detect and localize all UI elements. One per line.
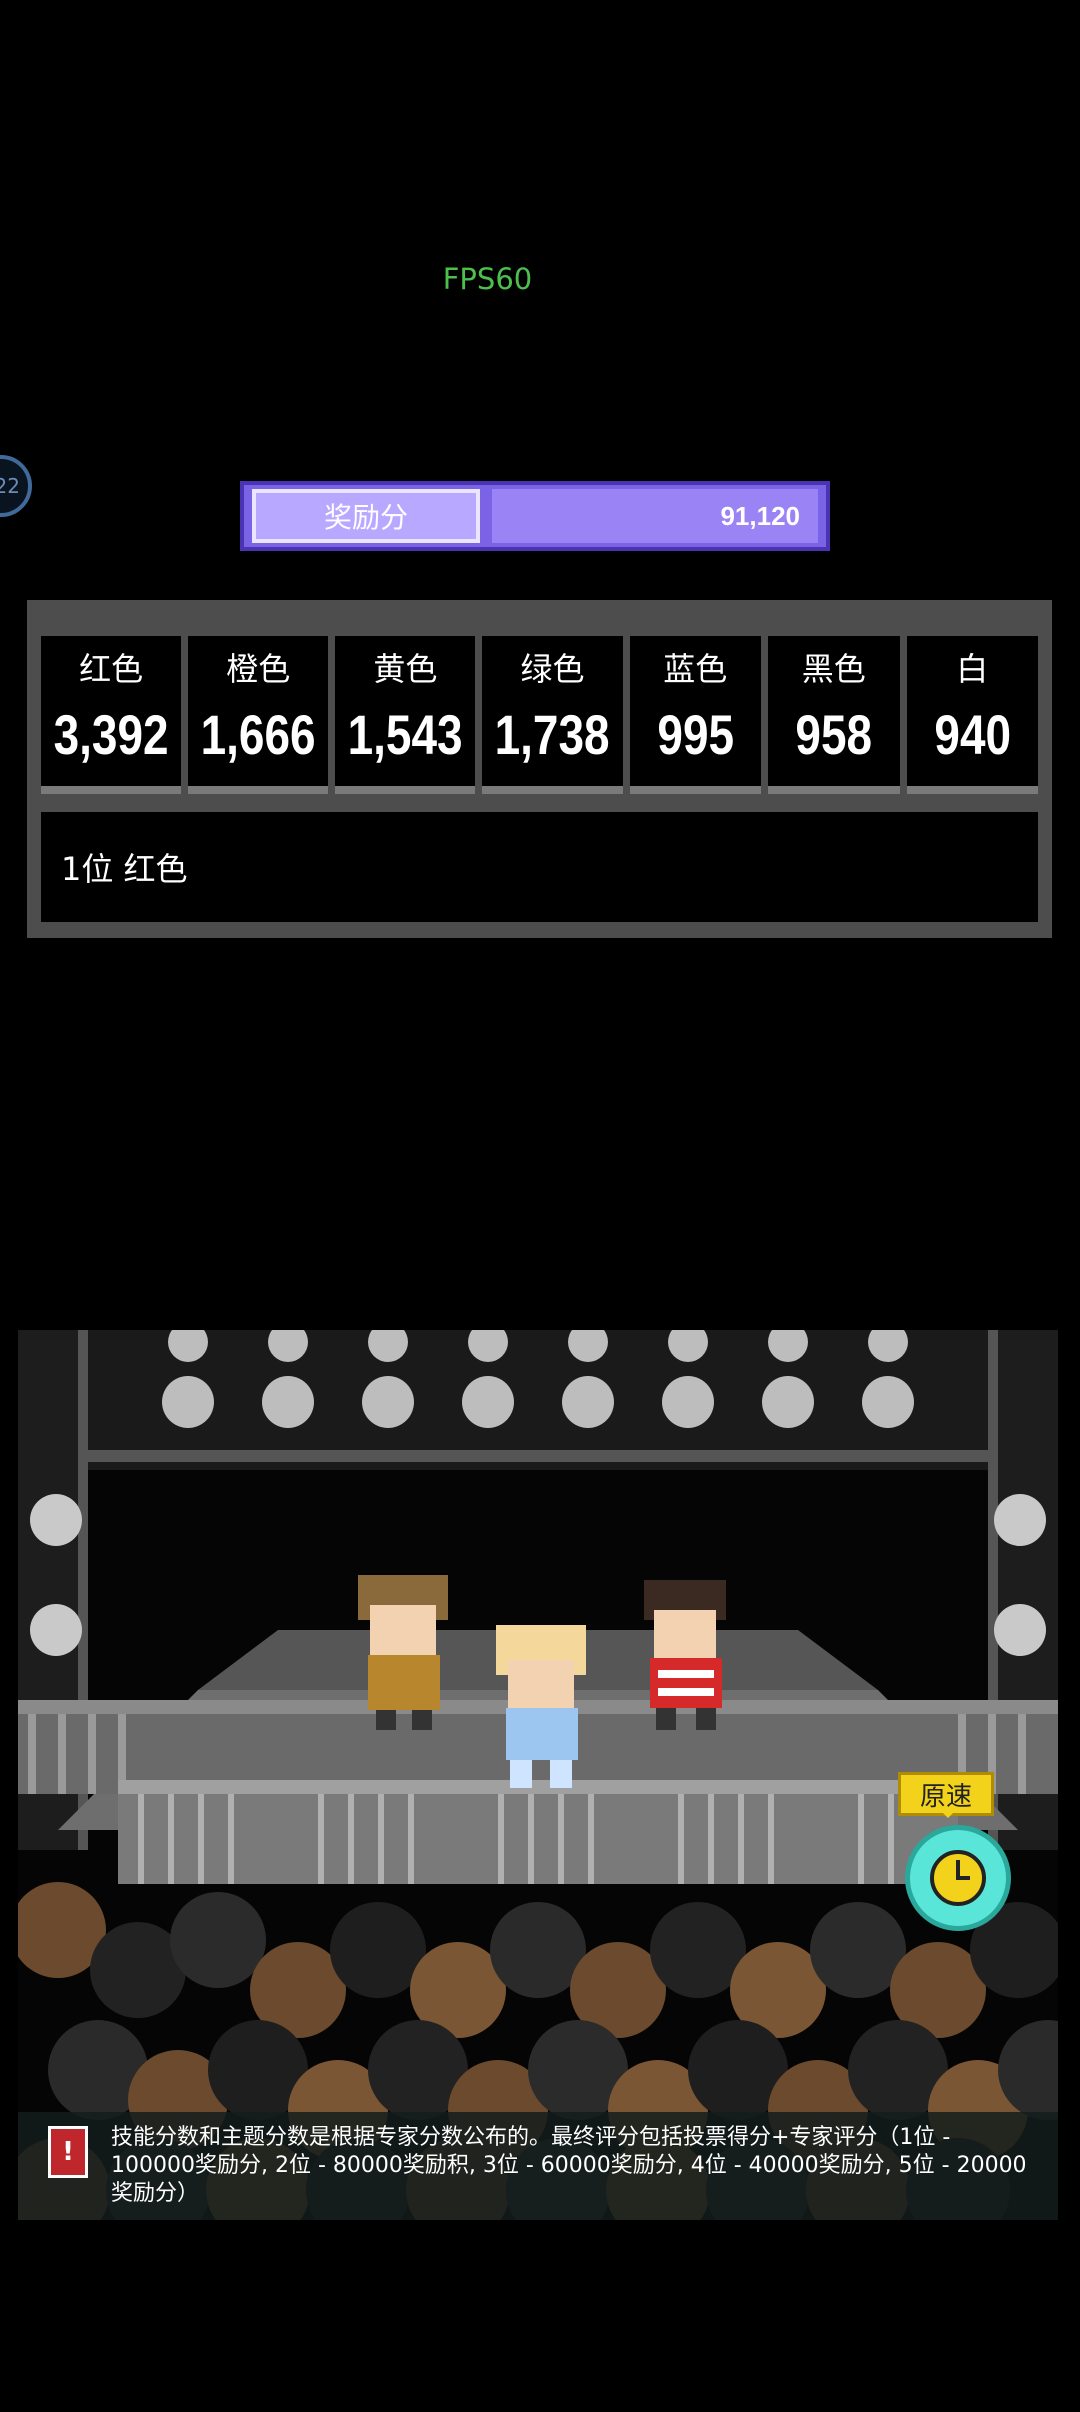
speed-label[interactable]: 原速 [898, 1772, 994, 1818]
team-name: 黄色 [373, 650, 438, 688]
ranking-result: 1位 红色 [41, 812, 1038, 922]
reward-value: 91,120 [492, 489, 818, 543]
team-name: 黑色 [801, 650, 866, 688]
team-cell-yellow: 黄色 1,543 [335, 636, 476, 794]
team-cell-black: 黑色 958 [768, 636, 900, 794]
clock-icon [930, 1850, 986, 1906]
info-icon: ! [48, 2126, 88, 2178]
team-score-row: 红色 3,392 橙色 1,666 黄色 1,543 绿色 1,738 蓝色 9… [41, 636, 1039, 794]
speed-clock-button[interactable] [905, 1825, 1011, 1931]
team-cell-white: 白 940 [906, 636, 1039, 794]
performer-left [358, 1575, 448, 1730]
team-score: 3,392 [53, 703, 169, 766]
team-score: 940 [933, 703, 1011, 766]
vote-results-panel: 红色 3,392 橙色 1,666 黄色 1,543 绿色 1,738 蓝色 9… [27, 600, 1052, 938]
team-name: 橙色 [226, 650, 291, 688]
team-name: 白 [956, 650, 989, 688]
reward-label: 奖励分 [252, 489, 480, 543]
team-score: 995 [656, 703, 734, 766]
performer-right [644, 1580, 726, 1730]
team-score: 1,738 [495, 703, 610, 766]
side-menu-bubble[interactable]: 22 [0, 455, 32, 517]
team-cell-blue: 蓝色 995 [629, 636, 762, 794]
team-cell-red: 红色 3,392 [41, 636, 182, 794]
info-tip-banner: ! 技能分数和主题分数是根据专家分数公布的。最终评分包括投票得分+专家评分（1位… [18, 2112, 1058, 2220]
team-name: 红色 [79, 650, 144, 688]
team-score: 958 [795, 703, 873, 766]
team-name: 绿色 [520, 650, 585, 688]
team-cell-green: 绿色 1,738 [482, 636, 623, 794]
tip-text: 技能分数和主题分数是根据专家分数公布的。最终评分包括投票得分+专家评分（1位 -… [111, 2125, 1027, 2206]
fps-counter: FPS60 [442, 262, 533, 296]
reward-score-bar: 奖励分 91,120 [240, 481, 830, 551]
team-cell-orange: 橙色 1,666 [188, 636, 329, 794]
team-score: 1,543 [347, 703, 463, 766]
team-score: 1,666 [200, 703, 316, 766]
team-name: 蓝色 [663, 650, 728, 688]
